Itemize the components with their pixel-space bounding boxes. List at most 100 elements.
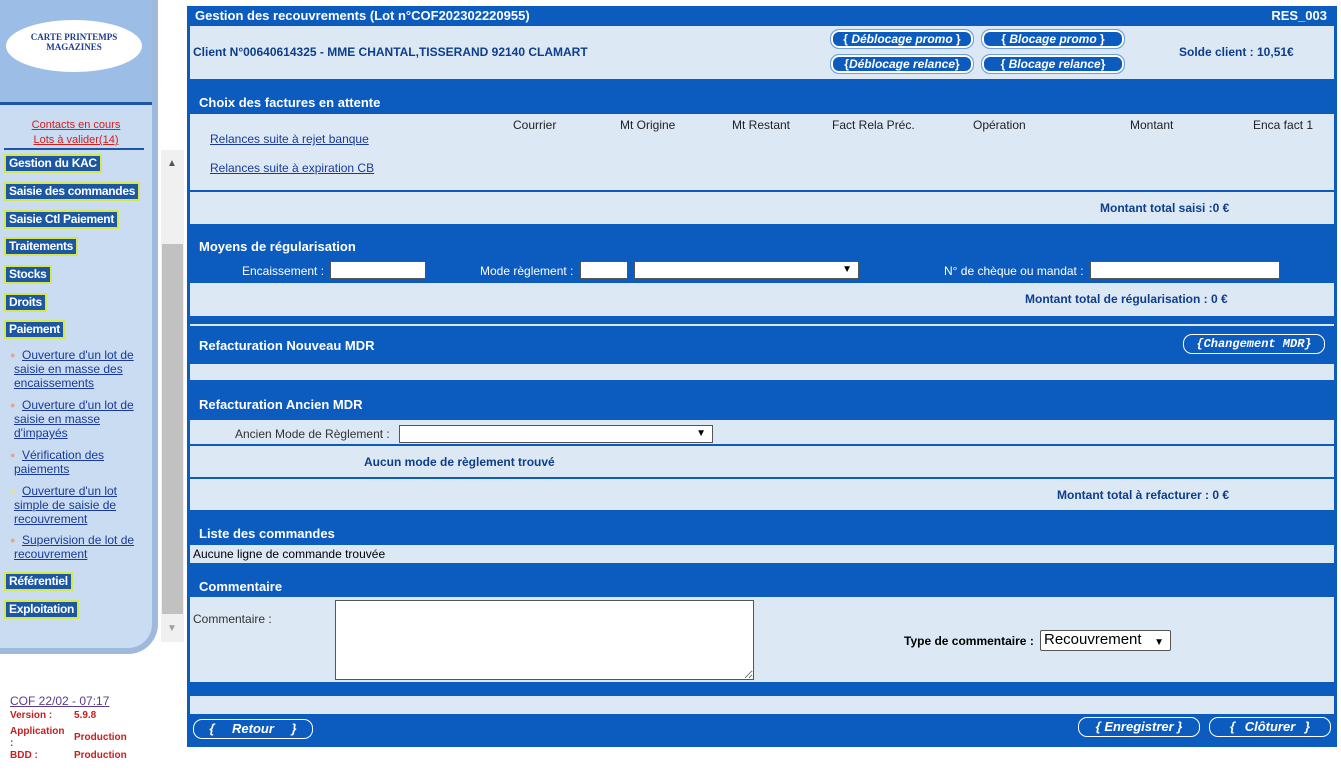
sub-item-masse-impayes[interactable]: ● Ouverture d'un lot de saisie en masse … [10,398,142,440]
menu-stocks[interactable]: Stocks [4,265,52,284]
menu-exploitation[interactable]: Exploitation [4,600,80,619]
application-label: Application : [10,726,65,749]
nouveau-mdr-divider [190,324,1334,326]
menu-traitements[interactable]: Traitements [4,237,79,256]
commentaire-label: Commentaire : [193,612,272,626]
enregistrer-button[interactable]: { Enregistrer } [1078,717,1200,737]
commentaire-title: Commentaire [199,579,283,594]
main-panel: Gestion des recouvrements (Lot n°COF2023… [187,6,1337,747]
col-fact-rela-prec: Fact Rela Préc. [832,118,915,132]
bullet-icon: ● [10,400,16,410]
deblocage-relance-button[interactable]: {Déblocage relance} [830,54,974,74]
sub-item-lot-simple-recouvrement[interactable]: ● Ouverture d'un lot simple de saisie de… [10,484,142,526]
ancien-mdr-title: Refacturation Ancien MDR [199,397,363,412]
menu-referentiel[interactable]: Référentiel [4,572,73,591]
sub-item-masse-encaissements[interactable]: ● Ouverture d'un lot de saisie en masse … [10,348,142,390]
commentaire-bottom-bar [190,696,1334,714]
client-block: Client N°00640614325 - MME CHANTAL,TISSE… [190,26,1334,79]
logo-band: CARTE PRINTEMPS MAGAZINES [0,0,152,105]
menu-paiement[interactable]: Paiement [4,320,65,339]
logo: CARTE PRINTEMPS MAGAZINES [6,20,142,72]
session-date-link[interactable]: COF 22/02 - 07:17 [10,694,180,708]
type-commentaire-select[interactable]: Recouvrement ▼ [1040,630,1171,651]
cheque-mandat-label: N° de chèque ou mandat : [944,264,1084,278]
montant-total-saisi: Montant total saisi :0 € [1100,201,1230,215]
commandes-title: Liste des commandes [199,526,335,541]
screen-code: RES_003 [1271,8,1327,23]
menu-droits[interactable]: Droits [4,293,47,312]
sub-link[interactable]: Ouverture d'un lot de saisie en masse d'… [14,398,134,440]
menu-gestion-kac[interactable]: Gestion du KAC [4,154,102,173]
link-relances-expiration-cb[interactable]: Relances suite à expiration CB [210,161,374,175]
bdd-label: BDD : [10,750,38,761]
deblocage-promo-label: Déblocage promo [851,32,953,46]
retour-label: Retour [232,721,274,736]
deblocage-relance-label: Déblocage relance [848,57,956,71]
sidebar-scrollbar[interactable]: ▲ ▼ [161,150,184,642]
scroll-thumb[interactable] [162,244,183,614]
bullet-icon: ● [10,450,16,460]
factures-block: Courrier Mt Origine Mt Restant Fact Rela… [190,114,1334,190]
chevron-down-icon: ▼ [1154,637,1164,648]
mode-reglement-label: Mode règlement : [480,264,574,278]
blocage-promo-label: Blocage promo [1009,32,1097,46]
version-label: Version : [10,710,53,721]
sidebar: CARTE PRINTEMPS MAGAZINES Contacts en co… [0,0,185,768]
commandes-block: Aucune ligne de commande trouvée [190,545,1334,563]
blocage-promo-button[interactable]: { Blocage promo } [981,29,1125,49]
sidebar-links: Contacts en cours Lots à valider(14) [0,118,152,148]
regularisation-title: Moyens de régularisation [199,239,356,254]
chevron-down-icon: ▼ [842,264,852,275]
cheque-mandat-input[interactable] [1090,261,1280,279]
scroll-up-icon[interactable]: ▲ [167,158,177,169]
deblocage-promo-button[interactable]: { Déblocage promo } [830,29,974,49]
version-value: 5.9.8 [74,710,97,721]
sub-item-verification-paiements[interactable]: ● Vérification des paiements [10,448,142,476]
link-relances-rejet-banque[interactable]: Relances suite à rejet banque [210,132,369,146]
changement-mdr-label: Changement MDR [1203,337,1305,351]
type-commentaire-value: Recouvrement [1044,631,1142,648]
lots-link[interactable]: Lots à valider(14) [0,133,152,148]
chevron-down-icon: ▼ [696,428,706,439]
ancien-mdr-msg-row: Aucun mode de règlement trouvé [190,446,1334,477]
menu-saisie-commandes[interactable]: Saisie des commandes [4,182,141,201]
logo-line2: MAGAZINES [46,42,102,52]
type-commentaire-label: Type de commentaire : [904,634,1034,648]
enregistrer-label: Enregistrer [1104,719,1174,734]
sub-link[interactable]: Vérification des paiements [14,448,104,476]
commentaire-textarea[interactable] [335,600,754,680]
cloturer-button[interactable]: { Clôturer } [1209,717,1331,737]
mode-reglement-select[interactable]: ▼ [634,261,859,279]
bdd-value: Production [74,750,127,761]
changement-mdr-button[interactable]: {Changement MDR} [1183,334,1325,354]
regularisation-total-block: Montant total de régularisation : 0 € [190,283,1334,316]
solde-client: Solde client : 10,51€ [1179,45,1294,59]
encaissement-label: Encaissement : [242,264,325,278]
client-info: Client N°00640614325 - MME CHANTAL,TISSE… [193,45,588,59]
col-enca-fact-1: Enca fact 1 [1253,118,1314,132]
contacts-link[interactable]: Contacts en cours [0,118,152,133]
retour-button[interactable]: { Retour } [193,719,313,739]
encaissement-input[interactable] [330,261,426,279]
ancien-mdr-select-row: Ancien Mode de Règlement : ▼ [190,420,1334,444]
scroll-down-icon[interactable]: ▼ [167,623,177,634]
col-mt-origine: Mt Origine [620,118,676,132]
aucun-mode-message: Aucun mode de règlement trouvé [364,455,555,469]
montant-total-regularisation: Montant total de régularisation : 0 € [1025,292,1228,306]
sub-item-supervision-recouvrement[interactable]: ● Supervision de lot de recouvrement [10,533,142,561]
page-title: Gestion des recouvrements (Lot n°COF2023… [195,8,530,23]
commentaire-block: Commentaire : Type de commentaire : Reco… [190,597,1334,682]
blocage-relance-button[interactable]: { Blocage relance} [981,54,1125,74]
ancien-mdr-total-row: Montant total à refacturer : 0 € [190,479,1334,510]
col-courrier: Courrier [513,118,557,132]
nouveau-mdr-block [190,364,1334,380]
menu-saisie-ctl-paiement[interactable]: Saisie Ctl Paiement [4,210,120,229]
ancien-mode-label: Ancien Mode de Règlement : [235,427,390,441]
sub-link[interactable]: Ouverture d'un lot simple de saisie de r… [14,484,117,526]
sub-link[interactable]: Supervision de lot de recouvrement [14,533,134,561]
factures-total-block: Montant total saisi :0 € [190,192,1334,224]
blocage-relance-label: Blocage relance [1008,57,1101,71]
mode-reglement-code-input[interactable] [580,261,628,279]
ancien-mode-select[interactable]: ▼ [399,425,713,443]
sub-link[interactable]: Ouverture d'un lot de saisie en masse de… [14,348,134,390]
